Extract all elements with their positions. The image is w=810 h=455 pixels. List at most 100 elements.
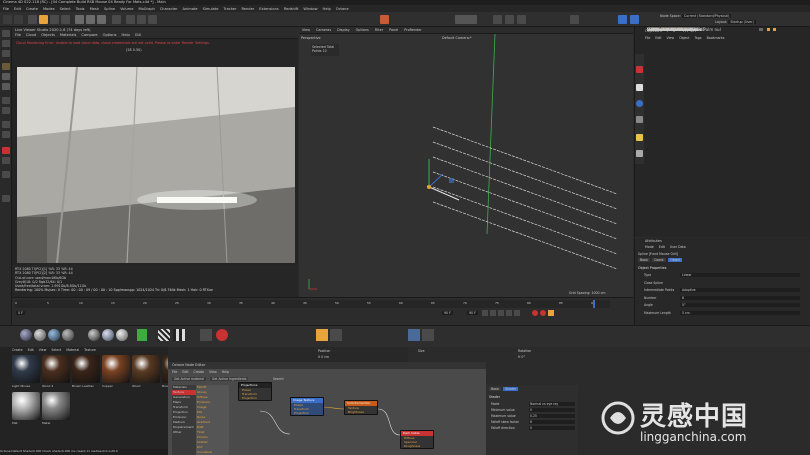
menu-octane[interactable]: Octane: [336, 7, 349, 11]
menu-volume[interactable]: Volume: [120, 7, 133, 11]
visibility-dots-icon[interactable]: [759, 28, 763, 31]
node-port[interactable]: Projection: [291, 411, 323, 415]
octane-render-icon[interactable]: [636, 66, 643, 73]
render-image[interactable]: [17, 67, 295, 263]
tool-icon-c[interactable]: [422, 329, 434, 341]
mat-menu-create[interactable]: Create: [12, 348, 23, 352]
position-x-field[interactable]: X 0 cm: [318, 355, 329, 359]
attr-menu-user-data[interactable]: User Data: [670, 245, 686, 249]
vp-menu-panel[interactable]: Panel: [389, 28, 398, 32]
move-tool-icon[interactable]: [39, 15, 48, 24]
viewport-layout-icon[interactable]: [455, 15, 477, 24]
last-frame-icon[interactable]: [514, 310, 520, 316]
solo-icon[interactable]: [2, 147, 10, 154]
menu-modes[interactable]: Modes: [43, 7, 55, 11]
camera-icon[interactable]: [493, 15, 502, 24]
obj-menu-bookmarks[interactable]: Bookmarks: [707, 36, 725, 40]
material-tag-icon[interactable]: [773, 28, 776, 31]
keyframe-icon[interactable]: [548, 310, 554, 316]
texture-mode-icon[interactable]: [2, 50, 10, 57]
first-frame-icon[interactable]: [482, 310, 488, 316]
current-frame-field[interactable]: 90 F: [467, 311, 478, 315]
material-swatch[interactable]: [12, 392, 40, 420]
material-preview-2[interactable]: [34, 329, 46, 341]
menu-create[interactable]: Create: [26, 7, 38, 11]
menu-extensions[interactable]: Extensions: [259, 7, 279, 11]
texture-object-icon[interactable]: [636, 150, 643, 157]
vp-menu-filter[interactable]: Filter: [375, 28, 383, 32]
menu-mesh[interactable]: Mesh: [90, 7, 99, 11]
menu-file[interactable]: File: [3, 7, 9, 11]
axis-y-icon[interactable]: [86, 15, 95, 24]
shader-tab[interactable]: Basic: [489, 387, 502, 391]
menu-animate[interactable]: Animate: [183, 7, 198, 11]
snapping-icon[interactable]: [2, 121, 10, 128]
rv-menu-options[interactable]: Options: [103, 33, 117, 38]
menu-redshift[interactable]: Redshift: [284, 7, 299, 11]
vp-menu-prorender[interactable]: ProRender: [404, 28, 421, 32]
material-swatch[interactable]: [132, 355, 160, 383]
node-box[interactable]: ColorCorrection Texture Brightness: [344, 400, 378, 415]
attribute-value[interactable]: 5 cm: [680, 310, 800, 315]
menu-help[interactable]: Help: [323, 7, 331, 11]
mat-menu-edit[interactable]: Edit: [28, 348, 34, 352]
play-icon[interactable]: [498, 310, 504, 316]
node-box[interactable]: Projections Power Transform Projection: [238, 382, 272, 401]
playhead[interactable]: [593, 300, 595, 308]
material-swatch[interactable]: [12, 355, 40, 383]
undo-icon[interactable]: [3, 15, 12, 24]
rv-menu-materials[interactable]: Materials: [60, 33, 76, 38]
prev-frame-icon[interactable]: [490, 310, 496, 316]
attribute-value[interactable]: 8: [680, 295, 800, 300]
start-frame-field[interactable]: 0 F: [16, 311, 25, 315]
material-swatch[interactable]: [42, 392, 70, 420]
node-box[interactable]: Image Texture Power Transform Projection: [290, 397, 324, 416]
octane-live-icon[interactable]: [380, 15, 389, 24]
mat-menu-texture[interactable]: Texture: [84, 348, 96, 352]
lock-workplane-icon[interactable]: [2, 157, 10, 164]
vp-menu-cameras[interactable]: Cameras: [316, 28, 331, 32]
camera-object-icon[interactable]: [636, 116, 643, 123]
model-mode-icon[interactable]: [2, 40, 10, 47]
vp-menu-view[interactable]: View: [302, 28, 310, 32]
node-space-select[interactable]: Current (Standard/Physical): [681, 14, 732, 18]
attr-menu-edit[interactable]: Edit: [659, 245, 665, 249]
object-axis-handle[interactable]: [427, 185, 431, 189]
light-icon[interactable]: [505, 15, 514, 24]
record-icon[interactable]: [532, 310, 538, 316]
make-editable-icon[interactable]: [2, 30, 10, 37]
shader-value[interactable]: 0.25: [529, 414, 575, 418]
material-preview-4[interactable]: [62, 329, 74, 341]
highlighted-tool-icon[interactable]: [316, 329, 328, 341]
rv-menu-help[interactable]: Help: [122, 33, 130, 38]
material-preview-3[interactable]: [48, 329, 60, 341]
menu-window[interactable]: Window: [303, 7, 317, 11]
tweak-mode-icon[interactable]: [2, 107, 10, 114]
material-swatch[interactable]: [42, 355, 70, 383]
sun-object-icon[interactable]: [636, 134, 643, 141]
redo-icon[interactable]: [14, 15, 23, 24]
menu-character[interactable]: Character: [160, 7, 178, 11]
shader-value[interactable]: 6: [529, 420, 575, 424]
menu-render[interactable]: Render: [241, 7, 254, 11]
obj-menu-file[interactable]: File: [645, 36, 650, 40]
mat-menu-view[interactable]: View: [39, 348, 47, 352]
attribute-value[interactable]: Adaptive: [680, 288, 800, 292]
rotation-h-field[interactable]: H 0°: [518, 355, 525, 359]
gear-icon[interactable]: [570, 15, 579, 24]
viewport-solo-icon[interactable]: [2, 171, 10, 178]
redshift-icon[interactable]: [618, 15, 627, 24]
menu-spline[interactable]: Spline: [104, 7, 115, 11]
emission-icon[interactable]: [216, 329, 228, 341]
menu-mograph[interactable]: MoGraph: [138, 7, 154, 11]
obj-menu-object[interactable]: Object: [679, 36, 689, 40]
obj-menu-edit[interactable]: Edit: [655, 36, 661, 40]
material-preview-7[interactable]: [116, 329, 128, 341]
attr-tab-basic[interactable]: Basic: [638, 258, 651, 262]
attribute-value[interactable]: Linear: [680, 273, 800, 277]
shader-value[interactable]: 0: [529, 426, 575, 430]
node-port[interactable]: Roughness: [401, 444, 433, 448]
attr-tab-coord[interactable]: Coord.: [652, 258, 667, 262]
texture-node-icon[interactable]: [137, 329, 147, 341]
menu-simulate[interactable]: Simulate: [203, 7, 219, 11]
